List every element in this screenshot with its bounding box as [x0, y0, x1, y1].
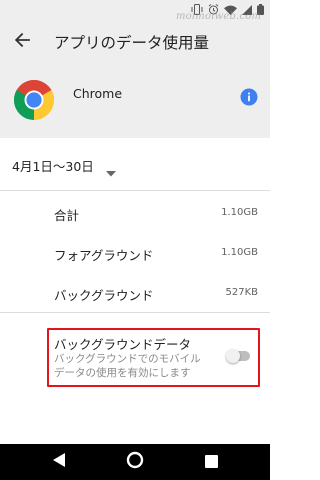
- usage-value: 1.10GB: [221, 247, 258, 258]
- usage-value: 1.10GB: [221, 207, 258, 218]
- chrome-logo-icon: [12, 78, 56, 122]
- page-title: アプリのデータ使用量: [54, 34, 210, 52]
- nav-home-button[interactable]: [124, 451, 146, 473]
- divider: [0, 190, 270, 191]
- back-triangle-icon: [52, 452, 66, 472]
- back-button[interactable]: [8, 28, 36, 56]
- usage-row-foreground: フォアグラウンド 1.10GB: [0, 234, 270, 274]
- info-button[interactable]: [240, 88, 258, 106]
- app-header: Chrome: [0, 64, 270, 138]
- usage-value: 527KB: [225, 287, 258, 298]
- arrow-back-icon: [14, 32, 30, 52]
- toolbar: アプリのデータ使用量: [0, 20, 270, 64]
- nav-back-button[interactable]: [48, 451, 70, 473]
- usage-row-total: 合計 1.10GB: [0, 194, 270, 234]
- recents-square-icon: [204, 453, 218, 472]
- highlight-annotation: [47, 328, 260, 387]
- info-icon: [240, 88, 258, 110]
- app-name: Chrome: [73, 86, 123, 101]
- usage-label: バックグラウンド: [54, 288, 154, 303]
- divider: [0, 312, 270, 313]
- home-circle-icon: [126, 451, 144, 473]
- date-range-selector[interactable]: 4月1日〜30日: [0, 138, 270, 190]
- nav-recents-button[interactable]: [200, 451, 222, 473]
- usage-label: 合計: [54, 208, 80, 223]
- usage-label: フォアグラウンド: [54, 248, 154, 263]
- date-range-label: 4月1日〜30日: [12, 159, 94, 174]
- dropdown-arrow-icon: [106, 162, 116, 177]
- usage-row-background: バックグラウンド 527KB: [0, 274, 270, 314]
- navigation-bar: [0, 444, 270, 480]
- status-bar: moimoiweb.com: [0, 0, 270, 22]
